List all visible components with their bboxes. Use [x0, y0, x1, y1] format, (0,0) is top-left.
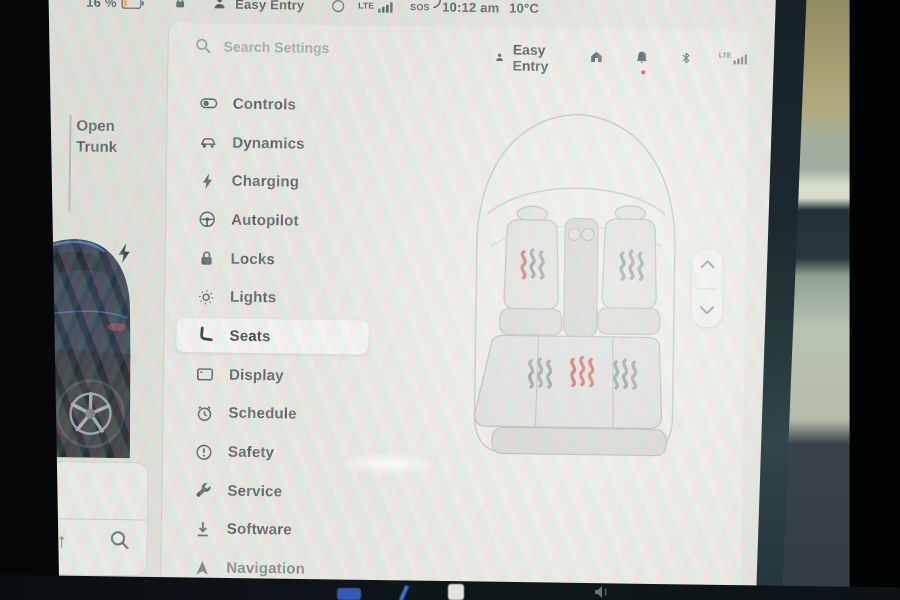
profile-icon[interactable]: [494, 49, 504, 65]
sidebar-item-navigation[interactable]: Navigation: [161, 548, 374, 590]
mini-card-divider: [49, 518, 147, 520]
sidebar-item-label: Safety: [228, 444, 274, 462]
seat-icon: [196, 327, 214, 345]
sidebar-item-safety[interactable]: Safety: [163, 432, 376, 474]
scroll-pill-divider: [698, 288, 716, 289]
settings-menu: Controls Dynamics Charging Autopilot Locks Li…: [161, 84, 380, 590]
network-label: LTE: [358, 0, 374, 10]
signal-bars-icon: [378, 2, 394, 13]
sos-arc-icon: [433, 0, 442, 9]
search-icon[interactable]: [109, 529, 131, 551]
volume-icon[interactable]: [594, 585, 612, 600]
sidebar-item-schedule[interactable]: Schedule: [163, 393, 376, 435]
trunk-indicator-line: [68, 115, 71, 211]
lock-icon: [198, 249, 216, 267]
panel-header-right: Easy Entry LTE: [494, 41, 748, 77]
driver-profile-name[interactable]: Easy Entry: [235, 0, 304, 13]
dashboard-photo: 16 % Easy Entry LTE SOS 10:12 am 10°C Op…: [0, 0, 900, 600]
sidebar-item-label: Lights: [230, 289, 276, 307]
profile-name[interactable]: Easy Entry: [512, 42, 559, 75]
nav-icon: [193, 559, 211, 577]
sidebar-item-label: Schedule: [228, 405, 297, 423]
tesla-touchscreen: 16 % Easy Entry LTE SOS 10:12 am 10°C Op…: [0, 0, 834, 600]
signal-bars-icon: [733, 52, 748, 70]
sidebar-item-seats[interactable]: Seats: [164, 316, 377, 358]
sidebar-item-label: Navigation: [226, 560, 305, 578]
scroll-pill: [692, 249, 723, 327]
open-trunk-button[interactable]: Open Trunk: [76, 115, 137, 158]
sidebar-item-label: Dynamics: [232, 134, 305, 152]
notification-dot: [642, 70, 646, 74]
search-input[interactable]: Search Settings: [194, 37, 329, 56]
wrench-icon: [194, 481, 212, 499]
sidebar-item-dynamics[interactable]: Dynamics: [167, 122, 380, 164]
settings-panel: Search Settings Easy Entry LTE: [161, 23, 749, 600]
sidebar-item-label: Charging: [232, 173, 300, 191]
download-icon: [194, 520, 212, 538]
sidebar-item-label: Locks: [231, 250, 276, 268]
charge-port-flash-icon[interactable]: [117, 242, 132, 264]
battery-icon: [121, 0, 144, 9]
sidebar-item-display[interactable]: Display: [164, 355, 377, 397]
driver-profile-icon[interactable]: [212, 0, 227, 11]
home-icon[interactable]: [589, 48, 605, 69]
sidebar-item-charging[interactable]: Charging: [166, 161, 379, 203]
sidebar-item-controls[interactable]: Controls: [168, 84, 381, 126]
toggle-icon: [200, 95, 218, 113]
sun-icon: [197, 288, 215, 306]
expand-up-icon[interactable]: ↑: [57, 530, 67, 553]
display-icon: [196, 365, 214, 383]
wheel-icon: [198, 211, 216, 229]
notifications-bell-icon[interactable]: [635, 49, 650, 70]
outside-temperature[interactable]: 10°C: [509, 0, 539, 15]
sidebar-item-locks[interactable]: Locks: [165, 238, 378, 280]
bolt-icon: [199, 172, 217, 190]
sidebar-item-autopilot[interactable]: Autopilot: [166, 200, 379, 242]
sidebar-item-label: Display: [229, 366, 284, 384]
sidebar-item-service[interactable]: Service: [162, 471, 375, 513]
alert-icon: [195, 443, 213, 461]
sidebar-item-lights[interactable]: Lights: [165, 277, 378, 319]
search-placeholder: Search Settings: [224, 38, 330, 55]
seat-heater-diagram: [458, 96, 693, 469]
scroll-down-button[interactable]: [699, 303, 715, 321]
sidebar-item-label: Service: [227, 482, 282, 500]
taskbar-app-icon[interactable]: [448, 584, 464, 600]
sos-label: SOS: [410, 2, 430, 12]
sidebar-item-software[interactable]: Software: [162, 509, 375, 551]
sidebar-item-label: Autopilot: [231, 212, 299, 230]
bluetooth-icon[interactable]: [680, 49, 693, 70]
taskbar-app-icon[interactable]: [337, 588, 361, 600]
network-label: LTE: [719, 52, 732, 59]
status-ring-icon: [331, 0, 345, 13]
scroll-up-button[interactable]: [699, 257, 715, 275]
search-icon: [194, 37, 211, 54]
vehicle-rendering: [0, 224, 133, 458]
sidebar-item-label: Software: [227, 521, 292, 539]
clock-time: 10:12 am: [442, 0, 499, 15]
sidebar-item-label: Seats: [229, 328, 270, 346]
battery-percent: 16 %: [86, 0, 117, 10]
lock-icon[interactable]: [173, 0, 187, 10]
sidebar-item-label: Controls: [233, 95, 296, 113]
car-icon: [199, 133, 217, 151]
media-mini-card: ↑: [48, 462, 148, 575]
clock-icon: [195, 404, 213, 422]
